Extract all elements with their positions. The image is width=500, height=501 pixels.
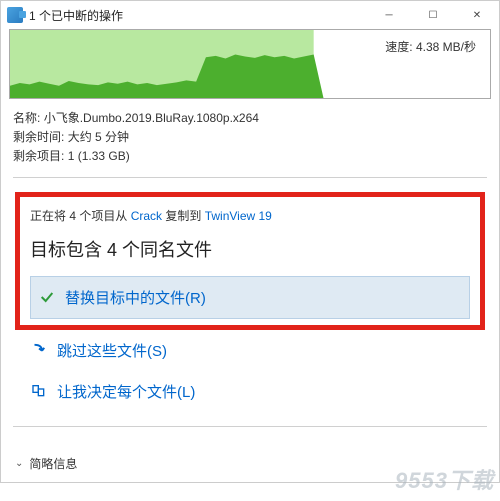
name-value: 小飞象.Dumbo.2019.BluRay.1080p.x264 [44,111,259,125]
copy-description: 正在将 4 个项目从 Crack 复制到 TwinView 19 [30,207,470,224]
dest-link[interactable]: TwinView 19 [205,209,272,223]
speed-row: 速度: 4.38 MB/秒 [375,34,486,59]
window-title: 1 个已中断的操作 [29,7,367,24]
remaining-time-label: 剩余时间: [13,130,64,144]
close-button[interactable]: ✕ [455,1,499,29]
source-link[interactable]: Crack [131,209,162,223]
chevron-down-icon[interactable]: ⌄ [15,458,23,469]
replace-option[interactable]: 替换目标中的文件(R) [30,276,470,319]
less-info-link[interactable]: 简略信息 [29,455,77,472]
ask-option[interactable]: 让我决定每个文件(L) [23,371,477,412]
check-icon [37,289,57,305]
remaining-time-value: 大约 5 分钟 [68,130,129,144]
copy-prefix: 正在将 4 个项目从 [30,209,131,223]
remaining-items-label: 剩余项目: [13,149,64,163]
divider [13,177,487,178]
speed-value: 4.38 MB/秒 [416,38,476,55]
app-icon [7,7,23,23]
file-copy-dialog: 1 个已中断的操作 ─ ☐ ✕ 速度: 4.38 MB/秒 名称: 小飞象.Du… [0,0,500,483]
copy-mid: 复制到 [162,209,205,223]
name-label: 名称: [13,111,40,125]
skip-option[interactable]: 跳过这些文件(S) [23,330,477,371]
conflict-headline: 目标包含 4 个同名文件 [30,236,470,262]
maximize-button[interactable]: ☐ [411,1,455,29]
minimize-button[interactable]: ─ [367,1,411,29]
ask-label: 让我决定每个文件(L) [57,381,195,402]
compare-icon [29,383,49,399]
speed-label: 速度: [385,38,412,55]
remaining-items-value: 1 (1.33 GB) [68,149,130,163]
divider-2 [13,426,487,427]
transfer-info: 名称: 小飞象.Dumbo.2019.BluRay.1080p.x264 剩余时… [1,105,499,177]
watermark: 9553下载 [395,463,494,495]
replace-label: 替换目标中的文件(R) [65,287,206,308]
skip-icon [29,341,49,359]
titlebar: 1 个已中断的操作 ─ ☐ ✕ [1,1,499,29]
highlight-frame: 正在将 4 个项目从 Crack 复制到 TwinView 19 目标包含 4 … [15,192,485,330]
skip-label: 跳过这些文件(S) [57,340,167,361]
